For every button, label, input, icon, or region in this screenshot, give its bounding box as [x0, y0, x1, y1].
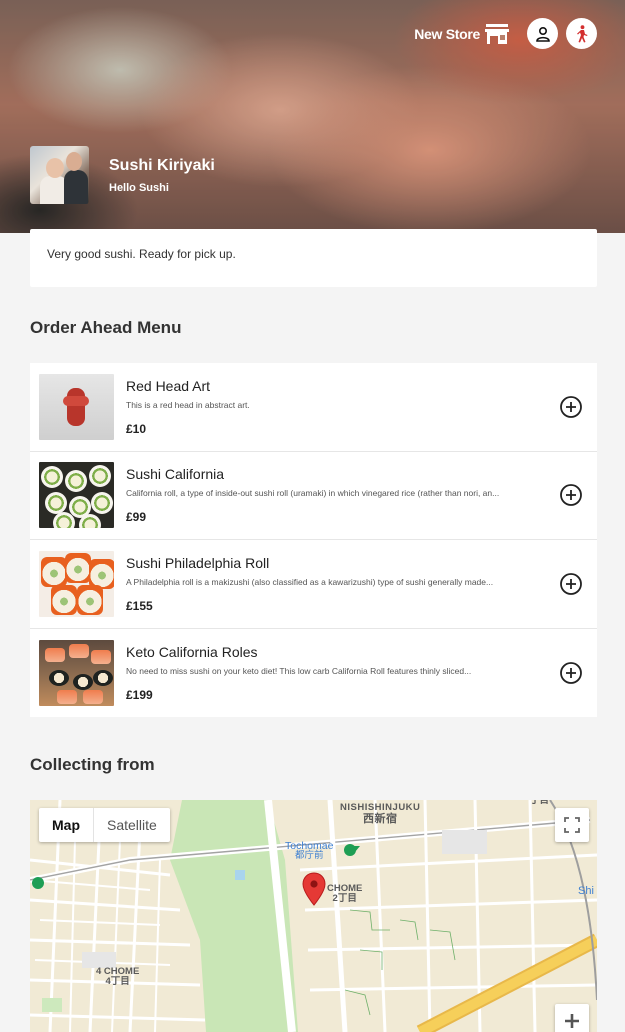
add-circle-icon[interactable] — [559, 572, 583, 596]
fullscreen-button[interactable] — [555, 808, 589, 842]
new-store-link[interactable]: New Store — [414, 23, 509, 45]
map-label-chome4: 4 CHOME 4丁目 — [96, 966, 140, 987]
header-actions: New Store — [414, 18, 597, 49]
menu-item-description: This is a red head in abstract art. — [126, 399, 250, 410]
add-circle-icon[interactable] — [559, 661, 583, 685]
new-store-label: New Store — [414, 25, 480, 42]
collecting-section-title: Collecting from — [30, 755, 155, 774]
menu-item-description: No need to miss sushi on your keto diet!… — [126, 665, 472, 676]
store-icon — [485, 23, 509, 44]
map-type-satellite-button[interactable]: Satellite — [93, 808, 170, 842]
menu-item-price: £10 — [126, 421, 147, 436]
menu-item-name: Red Head Art — [126, 377, 211, 394]
zoom-in-button[interactable] — [555, 1004, 589, 1032]
store-tagline: Hello Sushi — [109, 181, 169, 194]
add-circle-icon[interactable] — [559, 483, 583, 507]
store-hero-banner: New Store Sushi Kiriyaki Hello Sushi — [0, 0, 625, 233]
menu-item-image — [39, 550, 114, 617]
map-label-shi: Shi — [578, 885, 594, 897]
menu-item[interactable]: Sushi California California roll, a type… — [30, 452, 597, 540]
menu-item[interactable]: Red Head Art This is a red head in abstr… — [30, 363, 597, 452]
location-pin-icon[interactable] — [302, 872, 326, 906]
menu-item-price: £199 — [126, 687, 153, 702]
menu-item[interactable]: Keto California Roles No need to miss su… — [30, 629, 597, 718]
map-type-toggle: Map Satellite — [39, 808, 170, 842]
fullscreen-icon — [564, 817, 580, 833]
map-label-chome1: 丁目 — [530, 800, 550, 806]
add-circle-icon[interactable] — [559, 395, 583, 419]
menu-item[interactable]: Sushi Philadelphia Roll A Philadelphia r… — [30, 540, 597, 629]
menu-item-name: Keto California Roles — [126, 643, 258, 660]
person-icon — [535, 26, 550, 42]
store-name: Sushi Kiriyaki — [109, 156, 215, 174]
store-avatar — [30, 146, 89, 204]
walking-person-icon — [576, 24, 587, 42]
menu-section-title: Order Ahead Menu — [30, 318, 182, 337]
map-type-map-button[interactable]: Map — [39, 808, 93, 842]
menu-item-image — [39, 639, 114, 706]
menu-item-price: £99 — [126, 510, 147, 525]
menu-item-description: California roll, a type of inside-out su… — [126, 488, 500, 499]
map-label-chome2: CHOME 2丁目 — [327, 883, 363, 904]
menu-item-price: £155 — [126, 598, 153, 613]
menu-item-description: A Philadelphia roll is a makizushi (also… — [126, 576, 494, 587]
plus-icon — [565, 1014, 579, 1028]
pickup-button[interactable] — [566, 18, 597, 49]
account-button[interactable] — [527, 18, 558, 49]
store-description-card: Very good sushi. Ready for pick up. — [30, 229, 597, 287]
pickup-location-map[interactable]: NISHISHINJUKU 西新宿 Tochomae 都庁前 CHOME 2丁目… — [30, 800, 597, 1032]
map-label-tochomae: Tochomae 都庁前 — [285, 840, 334, 861]
menu-item-image — [39, 462, 114, 529]
store-description: Very good sushi. Ready for pick up. — [47, 247, 236, 261]
store-profile: Sushi Kiriyaki Hello Sushi — [30, 146, 215, 204]
menu-item-name: Sushi Philadelphia Roll — [126, 554, 270, 571]
menu-item-name: Sushi California — [126, 466, 225, 483]
menu-list: Red Head Art This is a red head in abstr… — [30, 363, 597, 717]
map-label-nishishinjuku: NISHISHINJUKU 西新宿 — [340, 802, 421, 825]
menu-item-image — [39, 373, 114, 440]
